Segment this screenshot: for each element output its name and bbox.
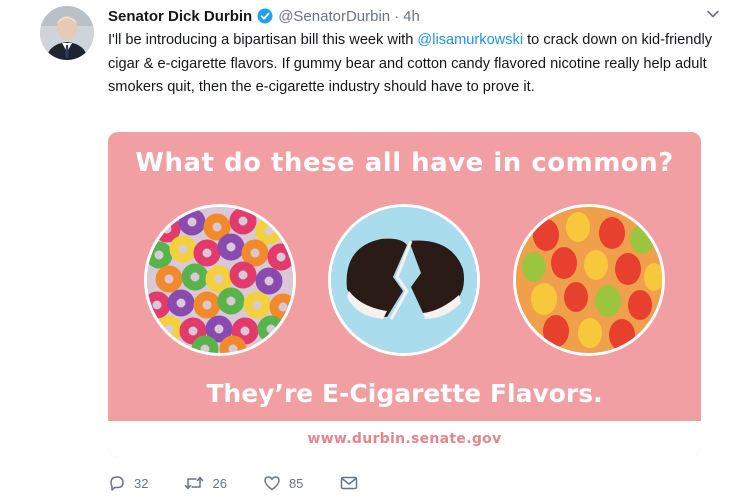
tweet-text: I'll be introducing a bipartisan bill th… [108, 29, 720, 100]
verified-badge-icon [257, 8, 273, 24]
gummy-bears-icon [513, 204, 665, 356]
media-url: www.durbin.senate.gov [307, 431, 502, 447]
reply-icon [110, 476, 124, 491]
chocolate-cookie-snack-icon [328, 204, 480, 356]
author-display-name[interactable]: Senator Dick Durbin [108, 8, 252, 25]
senator-portrait-icon [40, 6, 94, 60]
avatar[interactable] [40, 6, 94, 60]
media-footer: www.durbin.senate.gov [108, 421, 701, 457]
envelope-icon [341, 476, 358, 490]
reply-button[interactable]: 32 [108, 474, 148, 492]
media-tagline: They’re E-Cigarette Flavors. [206, 379, 603, 408]
tweet-text-part1: I'll be introducing a bipartisan bill th… [108, 32, 418, 48]
reply-count: 32 [134, 475, 149, 491]
tweet-media-image[interactable]: What do these all have in common? They’r… [108, 132, 701, 457]
chevron-down-icon[interactable] [706, 7, 720, 21]
media-headline: What do these all have in common? [135, 148, 674, 178]
retweet-count: 26 [212, 475, 227, 491]
separator-dot: · [394, 7, 400, 25]
tweet-timestamp[interactable]: 4h [403, 8, 420, 25]
author-handle[interactable]: @SenatorDurbin [278, 8, 390, 25]
like-count: 85 [288, 475, 304, 491]
like-button[interactable]: 85 [263, 474, 303, 492]
heart-icon [264, 476, 280, 491]
mention-link[interactable]: @lisamurkowski [417, 32, 523, 48]
tweet-header: Senator Dick Durbin @SenatorDurbin · 4h [108, 5, 720, 27]
retweet-icon [185, 476, 204, 490]
retweet-button[interactable]: 26 [184, 474, 227, 492]
direct-message-button[interactable] [339, 475, 359, 491]
fruit-loops-cereal-icon [144, 204, 296, 356]
tweet-actions: 32 26 85 [108, 470, 395, 496]
